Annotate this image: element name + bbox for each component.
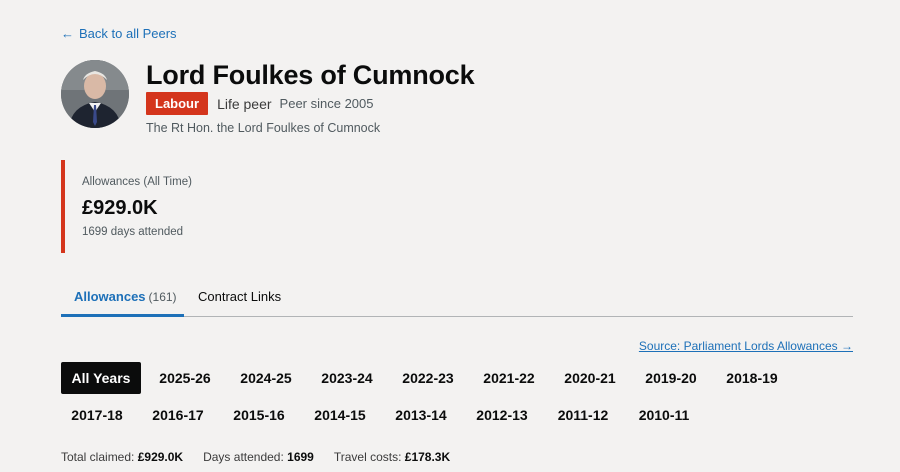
year-2025-26-button[interactable]: 2025-26 (149, 362, 221, 394)
peer-meta: Labour Life peer Peer since 2005 (146, 92, 374, 115)
year-2019-20-button[interactable]: 2019-20 (635, 362, 707, 394)
source-link[interactable]: Source: Parliament Lords Allowances → (639, 339, 853, 353)
days-attended: Days attended: 1699 (203, 450, 314, 464)
year-2013-14-button[interactable]: 2013-14 (385, 399, 457, 431)
year-2021-22-button[interactable]: 2021-22 (473, 362, 545, 394)
peer-type: Life peer (217, 95, 272, 112)
peer-since: Peer since 2005 (279, 96, 374, 111)
year-2022-23-button[interactable]: 2022-23 (392, 362, 464, 394)
year-2015-16-button[interactable]: 2015-16 (223, 399, 295, 431)
year-2018-19-button[interactable]: 2018-19 (716, 362, 788, 394)
totals-bar: Total claimed: £929.0K Days attended: 16… (61, 450, 470, 464)
tab-contract-links-label: Contract Links (198, 289, 282, 304)
total-claimed: Total claimed: £929.0K (61, 450, 183, 464)
tab-allowances-count: (161) (148, 290, 177, 304)
days-attended-value: 1699 (287, 450, 314, 464)
year-all-years-button[interactable]: All Years (61, 362, 141, 394)
summary-value: £929.0K (82, 197, 158, 219)
tab-contract-links[interactable]: Contract Links (185, 277, 294, 317)
year-2014-15-button[interactable]: 2014-15 (304, 399, 376, 431)
travel-costs: Travel costs: £178.3K (334, 450, 450, 464)
back-to-peers-link[interactable]: ← Back to all Peers (61, 26, 177, 41)
year-2010-11-button[interactable]: 2010-11 (628, 399, 700, 431)
travel-costs-label: Travel costs: (333, 450, 402, 464)
days-attended-label: Days attended: (203, 450, 284, 464)
year-2012-13-button[interactable]: 2012-13 (466, 399, 538, 431)
year-2023-24-button[interactable]: 2023-24 (311, 362, 383, 394)
peer-header: Lord Foulkes of Cumnock Labour Life peer… (61, 60, 853, 135)
total-claimed-value: £929.0K (137, 450, 184, 464)
summary-label: Allowances (All Time) (82, 176, 192, 188)
allowances-summary-card: Allowances (All Time) £929.0K 1699 days … (61, 160, 321, 253)
tab-bar: Allowances (161) Contract Links (61, 277, 853, 317)
year-2011-12-button[interactable]: 2011-12 (547, 399, 619, 431)
tab-allowances-label: Allowances (74, 289, 146, 304)
total-claimed-label: Total claimed: (61, 450, 135, 464)
year-2024-25-button[interactable]: 2024-25 (230, 362, 302, 394)
year-2017-18-button[interactable]: 2017-18 (61, 399, 133, 431)
tab-allowances[interactable]: Allowances (161) (61, 277, 184, 317)
arrow-left-icon: ← (61, 26, 74, 41)
back-link-label: Back to all Peers (79, 26, 177, 41)
party-badge: Labour (146, 92, 209, 115)
peer-portrait-icon (61, 60, 129, 128)
avatar (61, 60, 129, 128)
year-2016-17-button[interactable]: 2016-17 (142, 399, 214, 431)
peer-full-title: The Rt Hon. the Lord Foulkes of Cumnock (146, 121, 381, 135)
year-2020-21-button[interactable]: 2020-21 (554, 362, 626, 394)
travel-costs-value: £178.3K (404, 450, 451, 464)
summary-days: 1699 days attended (82, 226, 184, 238)
page-title: Lord Foulkes of Cumnock (146, 60, 475, 90)
